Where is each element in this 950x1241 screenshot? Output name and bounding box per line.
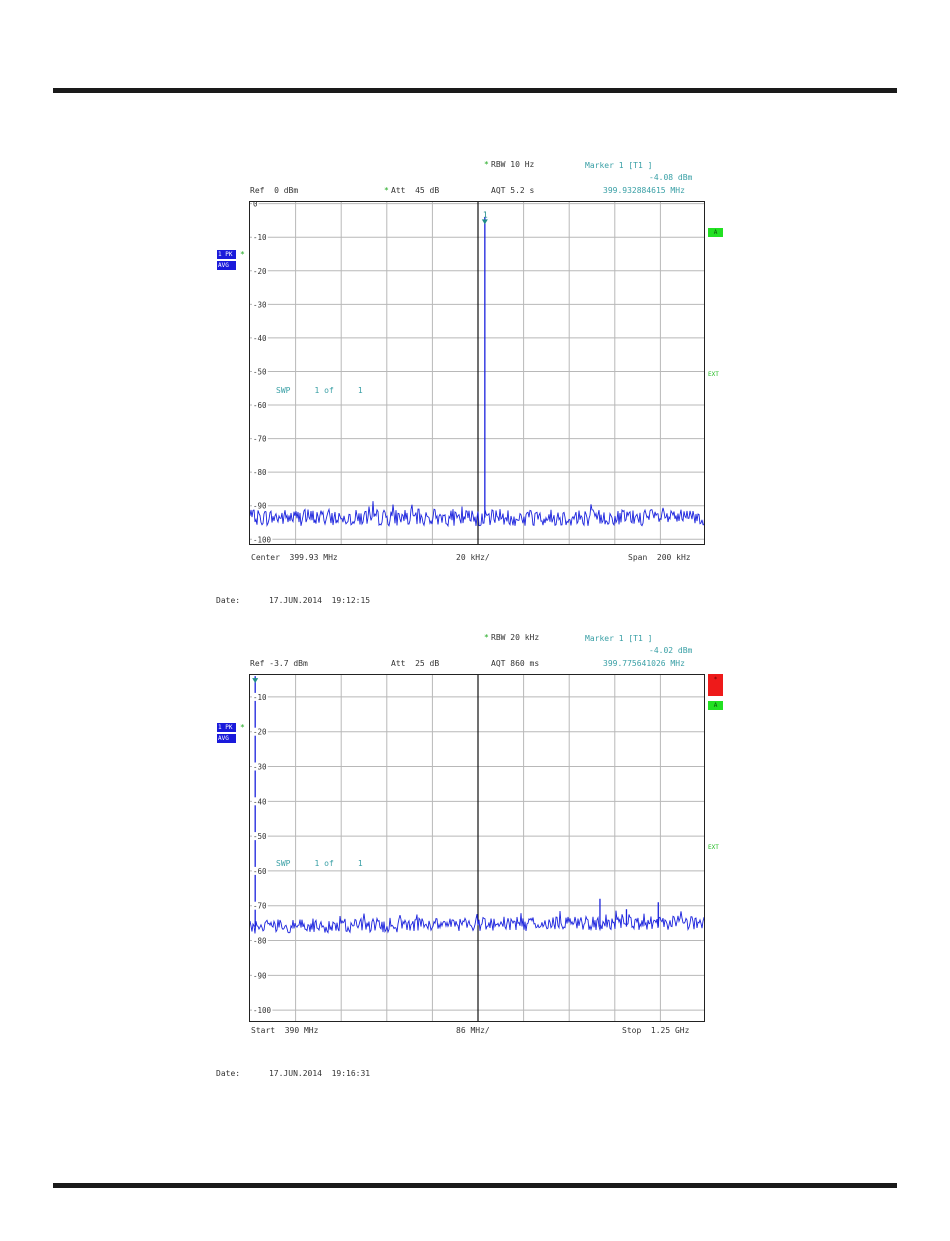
y-tick-label: -90	[253, 971, 267, 980]
marker-triangle	[481, 219, 488, 225]
y-tick-label: -90	[253, 502, 267, 511]
y-tick-label: 0	[253, 202, 258, 209]
trace-tag-avg: AVG	[217, 261, 236, 270]
x-axis-mid: 86 MHz/	[456, 1026, 490, 1035]
marker-title: Marker 1 [T1 ]	[585, 161, 653, 170]
trace-star: *	[240, 723, 245, 732]
trace-tag-avg: AVG	[217, 734, 236, 743]
y-tick-label: -80	[253, 468, 267, 477]
y-tick-label: -60	[253, 401, 267, 410]
rbw-star: *	[484, 633, 489, 642]
date-stamp: Date: 17.JUN.2014 19:12:15	[216, 596, 371, 605]
y-tick-label: -30	[253, 763, 267, 772]
rbw-label: RBW 10 Hz	[491, 160, 535, 169]
y-tick-label: -70	[253, 902, 267, 911]
y-tick-label: -60	[253, 867, 267, 876]
ref-label: Ref -3.7 dBm	[250, 659, 308, 668]
y-tick-label: -20	[253, 728, 267, 737]
y-tick-label: -100	[253, 1006, 272, 1015]
marker-freq: 399.932884615 MHz	[603, 186, 685, 195]
y-tick-label: -50	[253, 832, 267, 841]
side-tag-a: A	[708, 701, 723, 710]
att-label: Att 25 dB	[391, 659, 440, 668]
rbw-label: RBW 20 kHz	[491, 633, 540, 642]
sweep-label: SWP 1 of 1	[276, 859, 363, 868]
y-tick-label: -10	[253, 233, 267, 242]
marker-level: -4.02 dBm	[649, 646, 693, 655]
top-rule	[53, 88, 897, 93]
x-axis-right: Span 200 kHz	[628, 553, 691, 562]
ext-label: EXT	[708, 844, 719, 851]
aqt-label: AQT 5.2 s	[491, 186, 535, 195]
trace-tag-pk: 1 PK	[217, 250, 236, 259]
marker-number: 1	[483, 210, 488, 219]
x-axis-left: Center 399.93 MHz	[251, 553, 338, 562]
bottom-rule	[53, 1183, 897, 1188]
trace-star: *	[240, 250, 245, 259]
y-tick-label: -40	[253, 797, 267, 806]
att-star: *	[384, 186, 389, 195]
y-tick-label: -80	[253, 937, 267, 946]
spectrum-svg-2: -10 -20 -30 -40 -50 -60 -70 -80 -90 -100	[250, 675, 704, 1021]
y-tick-label: -70	[253, 435, 267, 444]
x-axis-right: Stop 1.25 GHz	[622, 1026, 690, 1035]
y-tick-label: -30	[253, 300, 267, 309]
att-label: Att 45 dB	[391, 186, 440, 195]
marker-level: -4.08 dBm	[649, 173, 693, 182]
y-tick-label: -20	[253, 267, 267, 276]
y-tick-label: -50	[253, 368, 267, 377]
spectrum-plot-1: 1 0 -10 -20 -30 -40 -50 -60 -70 -80 -90 -100	[249, 201, 705, 545]
side-tag-a: A	[708, 228, 723, 237]
marker-title: Marker 1 [T1 ]	[585, 634, 653, 643]
spectrum-svg-1: 1 0 -10 -20 -30 -40 -50 -60 -70 -80 -90 -100	[250, 202, 704, 544]
ext-label: EXT	[708, 371, 719, 378]
x-axis-left: Start 390 MHz	[251, 1026, 319, 1035]
y-tick-label: -100	[253, 535, 272, 544]
spectrum-plot-2: -10 -20 -30 -40 -50 -60 -70 -80 -90 -100	[249, 674, 705, 1022]
y-tick-label: -40	[253, 334, 267, 343]
rbw-star: *	[484, 160, 489, 169]
marker-triangle	[252, 678, 259, 684]
side-tag-star: *	[708, 674, 723, 696]
y-tick-label: -10	[253, 693, 267, 702]
marker-freq: 399.775641026 MHz	[603, 659, 685, 668]
trace-tag-pk: 1 PK	[217, 723, 236, 732]
sweep-label: SWP 1 of 1	[276, 386, 363, 395]
ref-label: Ref 0 dBm	[250, 186, 299, 195]
date-stamp: Date: 17.JUN.2014 19:16:31	[216, 1069, 371, 1078]
aqt-label: AQT 860 ms	[491, 659, 540, 668]
x-axis-mid: 20 kHz/	[456, 553, 490, 562]
